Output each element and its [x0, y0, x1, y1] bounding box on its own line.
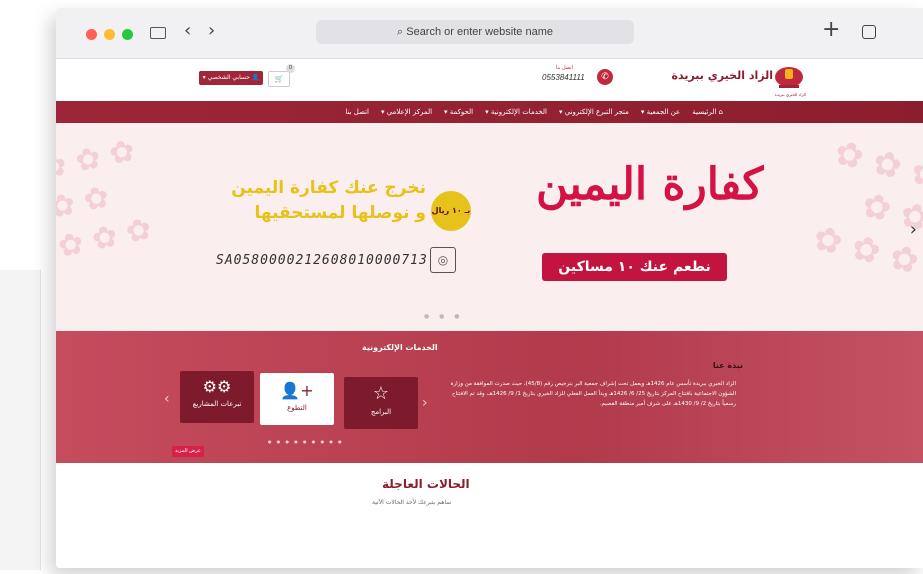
logo-caption: الزاد الخيري ببريدة — [774, 92, 806, 97]
more-button[interactable]: عرض المزيد — [172, 446, 204, 457]
nav-item-store[interactable]: متجر التبرع الإلكتروني ▾ — [559, 108, 629, 116]
nav-item-contact[interactable]: اتصل بنا — [345, 108, 369, 116]
user-icon: 👤 — [251, 74, 260, 81]
urgent-cases-section: الحالات العاجلة ساهم بتبرعك لأحد الحالات… — [56, 463, 923, 568]
about-title: نبذة عنا — [712, 361, 743, 370]
urgent-title: الحالات العاجلة — [382, 477, 470, 491]
sidebar-toggle-icon[interactable] — [150, 27, 166, 39]
nav-item-media[interactable]: المركز الإعلامي ▾ — [381, 108, 432, 116]
contact-phone[interactable]: 0553841111 — [542, 73, 585, 82]
forward-arrow-icon[interactable]: › — [208, 20, 215, 41]
cart-button[interactable]: 🛒 — [268, 71, 290, 87]
logo[interactable] — [773, 63, 805, 93]
carousel-dots[interactable]: ● ● ● — [424, 313, 464, 320]
contact-label: اتصل بنا — [556, 65, 573, 71]
account-label: حسابي الشخصي — [207, 74, 250, 81]
hero-slogan-line2: و نوصلها لمستحقيها — [254, 203, 426, 223]
service-card-programs[interactable]: ☆ البرامج — [344, 377, 418, 429]
hero-banner: ✿ ✿ ✿✿ ✿✿ ✿ ✿ ✿ ✿ ✿✿ ✿✿ ✿ ✿ ‹ › كفارة ال… — [56, 123, 923, 331]
zoom-window-button[interactable] — [122, 29, 133, 40]
bank-logo-icon: ◎ — [430, 247, 456, 273]
chevron-down-icon: ▾ — [202, 74, 206, 81]
carousel-next-arrow-icon[interactable]: › — [910, 219, 917, 240]
price-badge: بـ ١٠ ريال — [431, 191, 471, 231]
browser-toolbar: ‹ › ⌕ Search or enter website name + — [56, 8, 923, 59]
main-nav: ⌂ الرئيسية عن الجمعية ▾ متجر التبرع الإل… — [56, 101, 923, 123]
account-button[interactable]: 👤 حسابي الشخصي ▾ — [199, 71, 263, 85]
iban-text: SA0580000212608010000713 — [216, 253, 428, 268]
services-title: الخدمات الإلكترونية — [362, 343, 438, 352]
url-bar[interactable]: ⌕ Search or enter website name — [316, 20, 634, 44]
cart-count-badge: 0 — [286, 64, 295, 73]
services-prev-arrow-icon[interactable]: ‹ — [164, 391, 170, 407]
gears-icon: ⚙⚙ — [202, 377, 232, 396]
home-icon: ⌂ — [716, 108, 723, 116]
minimize-window-button[interactable] — [104, 29, 115, 40]
service-card-projects[interactable]: ⚙⚙ تبرعات المشاريع — [180, 371, 254, 423]
nav-item-home[interactable]: ⌂ الرئيسية — [692, 108, 723, 116]
add-user-icon: 👤+ — [280, 381, 314, 400]
decor-calligraphy-right: ✿ ✿ ✿ ✿ ✿ ✿ ✿ ✿ — [809, 132, 923, 283]
services-next-arrow-icon[interactable]: › — [422, 395, 428, 411]
new-tab-icon[interactable]: + — [822, 17, 840, 42]
star-icon: ☆ — [372, 383, 390, 404]
about-text: الزاد الخيري ببريدة تأسس عام 1426هـ ويعم… — [450, 381, 736, 407]
nav-item-governance[interactable]: الحوكمة ▾ — [444, 108, 473, 116]
nav-item-eservices[interactable]: الخدمات الإلكترونية ▾ — [485, 108, 547, 116]
search-icon: ⌕ — [397, 26, 404, 38]
hero-headline: كفارة اليمين — [536, 159, 764, 210]
hero-subline-badge: نطعم عنك ١٠ مساكين — [542, 253, 727, 281]
tabs-overview-icon[interactable] — [862, 25, 876, 39]
logo-mark-icon — [775, 67, 803, 88]
site-header: الزاد الخيري ببريدة الزاد الخيري ببريدة … — [56, 59, 923, 101]
nav-item-about[interactable]: عن الجمعية ▾ — [641, 108, 680, 116]
service-card-volunteer[interactable]: 👤+ التطوع — [260, 373, 334, 425]
back-arrow-icon[interactable]: ‹ — [184, 20, 191, 41]
browser-window: ‹ › ⌕ Search or enter website name + الز… — [56, 8, 923, 568]
close-window-button[interactable] — [86, 29, 97, 40]
phone-icon[interactable]: ✆ — [597, 69, 613, 85]
services-carousel-dots[interactable]: ● ● ● ● ● ● ● ● ● — [268, 439, 344, 444]
urgent-subtitle: ساهم بتبرعك لأحد الحالات الآتية — [372, 499, 452, 506]
url-placeholder: Search or enter website name — [406, 26, 553, 38]
services-section: الخدمات الإلكترونية ‹ › ☆ البرامج 👤+ الت… — [56, 331, 923, 463]
org-name: الزاد الخيري ببريدة — [671, 69, 773, 82]
decor-calligraphy-left: ✿ ✿ ✿ ✿ ✿ ✿ ✿ ✿ — [56, 132, 155, 266]
hero-slogan-line1: نخرج عنك كفارة اليمين — [231, 178, 426, 198]
hero-subline: نطعم عنك ١٠ مساكين — [558, 259, 711, 275]
background-paper — [0, 270, 41, 570]
cart-icon: 🛒 — [274, 75, 284, 83]
